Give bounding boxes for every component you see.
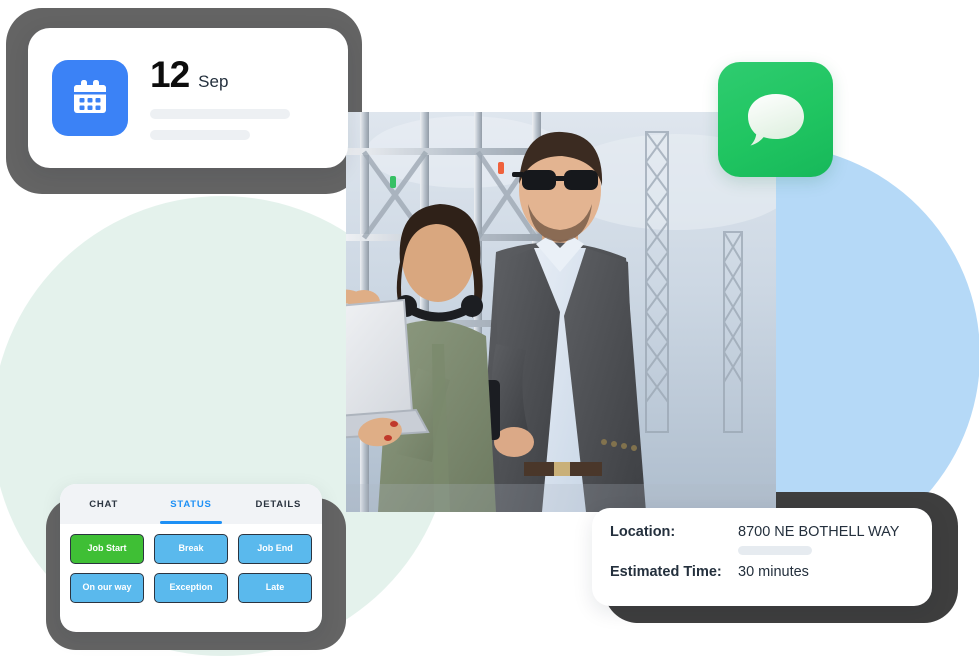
- location-label: Location:: [610, 524, 676, 540]
- status-button-on-our-way[interactable]: On our way: [70, 573, 144, 603]
- date-skeleton-line-2: [150, 130, 250, 140]
- estimated-time-row: Estimated Time: 30 minutes: [610, 564, 914, 580]
- date-month: Sep: [198, 72, 229, 91]
- calendar-icon: [52, 60, 128, 136]
- status-button-job-start[interactable]: Job Start: [70, 534, 144, 564]
- tab-chat[interactable]: CHAT: [60, 484, 147, 524]
- construction-site-photo: [346, 112, 776, 512]
- date-skeleton-line-1: [150, 109, 290, 119]
- location-value: 8700 NE BOTHELL WAY: [738, 524, 900, 540]
- status-button-late[interactable]: Late: [238, 573, 312, 603]
- estimated-time-label: Estimated Time:: [610, 564, 722, 580]
- hero-composition: 12 Sep CHAT STATUS DETAILS Job Start Bre…: [0, 0, 979, 660]
- date-card: 12 Sep: [28, 28, 348, 168]
- date-line: 12 Sep: [150, 56, 324, 93]
- status-button-exception[interactable]: Exception: [154, 573, 228, 603]
- status-button-grid: Job Start Break Job End On our way Excep…: [60, 524, 322, 615]
- status-button-job-end[interactable]: Job End: [238, 534, 312, 564]
- tab-status[interactable]: STATUS: [147, 484, 234, 524]
- status-card: CHAT STATUS DETAILS Job Start Break Job …: [60, 484, 322, 632]
- location-row: Location: 8700 NE BOTHELL WAY: [610, 524, 914, 540]
- date-day: 12: [150, 54, 190, 95]
- estimated-time-value: 30 minutes: [738, 564, 809, 580]
- location-card: Location: 8700 NE BOTHELL WAY Estimated …: [592, 508, 932, 606]
- tab-details[interactable]: DETAILS: [235, 484, 322, 524]
- status-button-break[interactable]: Break: [154, 534, 228, 564]
- chat-app-tile[interactable]: [718, 62, 833, 177]
- chat-bubble-icon: [747, 93, 804, 145]
- status-card-tabs: CHAT STATUS DETAILS: [60, 484, 322, 524]
- date-card-body: 12 Sep: [150, 56, 324, 140]
- location-skeleton-line: [738, 546, 812, 555]
